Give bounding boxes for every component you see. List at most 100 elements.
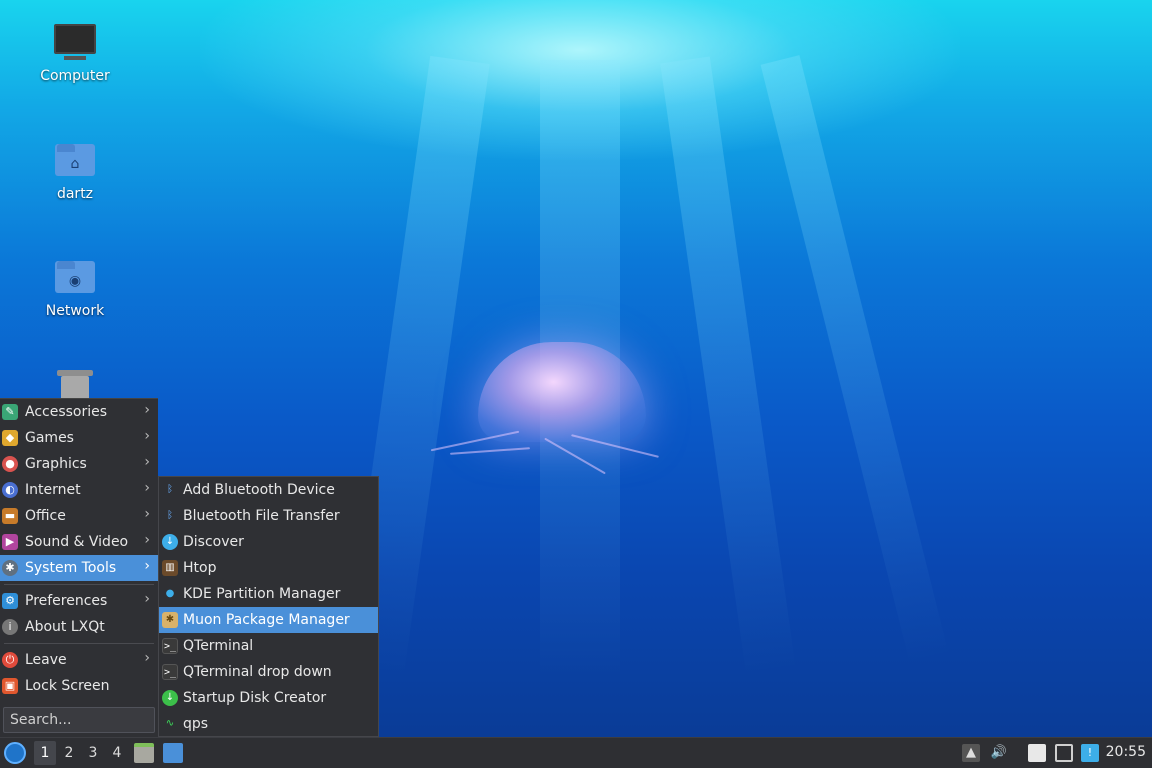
submenu-item-label: Htop [183,560,217,576]
bluetooth-icon: ᛒ [167,484,173,495]
jellyfish-bell [478,342,646,442]
terminal-icon: >_ [162,664,178,680]
jellyfish-tentacle [544,437,606,475]
chevron-right-icon: › [144,402,150,418]
terminal-icon: >_ [162,638,178,654]
menu-separator [4,643,154,644]
lock-icon: ▣ [2,678,18,694]
chevron-right-icon: › [144,532,150,548]
menu-item-office[interactable]: ▬ Office › [0,503,158,529]
bluetooth-icon: ᛒ [167,510,173,521]
taskbar: 1 2 3 4 ▲ 🔊 ! 20:55 [0,737,1152,768]
desktop-icon-label: Network [45,303,105,319]
menu-item-label: Internet [25,482,81,498]
preferences-icon: ⚙ [2,593,18,609]
menu-item-sound-video[interactable]: ▶ Sound & Video › [0,529,158,555]
submenu-item-discover[interactable]: ↓ Discover [159,529,378,555]
chevron-right-icon: › [144,591,150,607]
internet-icon: ◐ [2,482,18,498]
graphics-icon: ● [2,456,18,472]
menu-item-accessories[interactable]: ✎ Accessories › [0,399,158,425]
discover-icon: ↓ [162,534,178,550]
menu-item-label: Accessories [25,404,108,420]
menu-item-label: Graphics [25,456,87,472]
desktop-icon-home[interactable]: ⌂ dartz [25,140,125,202]
network-folder-icon: ◉ [53,257,97,297]
submenu-item-label: Discover [183,534,244,550]
submenu-item-bluetooth-file-transfer[interactable]: ᛒ Bluetooth File Transfer [159,503,378,529]
menu-item-games[interactable]: ◆ Games › [0,425,158,451]
menu-item-lock-screen[interactable]: ▣ Lock Screen [0,673,158,699]
clipboard-icon[interactable] [1028,744,1046,762]
submenu-item-muon-package-manager[interactable]: ✱ Muon Package Manager [159,607,378,633]
submenu-item-label: Add Bluetooth Device [183,482,335,498]
menu-item-system-tools[interactable]: ✱ System Tools › [0,555,158,581]
volume-icon[interactable]: 🔊 [990,744,1008,762]
submenu-item-startup-disk-creator[interactable]: ↓ Startup Disk Creator [159,685,378,711]
file-manager-launcher-icon[interactable] [134,743,154,763]
system-tools-submenu: ᛒ Add Bluetooth Device ᛒ Bluetooth File … [158,476,379,737]
submenu-item-qterminal-drop-down[interactable]: >_ QTerminal drop down [159,659,378,685]
chevron-right-icon: › [144,428,150,444]
power-icon: ⏻ [2,652,18,668]
network-status-icon[interactable] [1055,744,1073,762]
submenu-item-htop[interactable]: ▥ Htop [159,555,378,581]
system-tools-icon: ✱ [2,560,18,576]
tray-expand-icon[interactable]: ▲ [962,744,980,762]
desktop-switch-1[interactable]: 1 [34,741,56,765]
menu-search-input[interactable] [3,707,155,733]
desktop-icon-network[interactable]: ◉ Network [25,257,125,319]
menu-item-label: About LXQt [25,619,105,635]
info-icon: i [2,619,18,635]
games-icon: ◆ [2,430,18,446]
home-folder-icon: ⌂ [53,140,97,180]
submenu-item-qps[interactable]: ∿ qps [159,711,378,737]
usb-icon: ↓ [162,690,178,706]
submenu-item-kde-partition-manager[interactable]: ● KDE Partition Manager [159,581,378,607]
office-icon: ▬ [2,508,18,524]
submenu-item-label: qps [183,716,209,732]
computer-icon [53,22,97,62]
sound-video-icon: ▶ [2,534,18,550]
application-menu: ✎ Accessories › ◆ Games › ● Graphics › ◐… [0,398,158,737]
clock[interactable]: 20:55 [1106,744,1146,760]
htop-icon: ▥ [162,560,178,576]
submenu-item-label: KDE Partition Manager [183,586,341,602]
menu-item-label: Games [25,430,74,446]
submenu-item-label: Startup Disk Creator [183,690,327,706]
submenu-item-label: QTerminal [183,638,254,654]
desktop-icon-label: dartz [56,186,94,202]
submenu-item-qterminal[interactable]: >_ QTerminal [159,633,378,659]
menu-item-preferences[interactable]: ⚙ Preferences › [0,588,158,614]
menu-item-graphics[interactable]: ● Graphics › [0,451,158,477]
chevron-right-icon: › [144,558,150,574]
qps-icon: ∿ [165,718,175,729]
menu-item-label: System Tools [25,560,117,576]
menu-item-internet[interactable]: ◐ Internet › [0,477,158,503]
menu-item-label: Preferences [25,593,108,609]
menu-item-label: Lock Screen [25,678,110,694]
chevron-right-icon: › [144,480,150,496]
desktop-switch-2[interactable]: 2 [58,741,80,765]
chevron-right-icon: › [144,454,150,470]
submenu-item-add-bluetooth-device[interactable]: ᛒ Add Bluetooth Device [159,477,378,503]
muon-icon: ✱ [162,612,178,628]
menu-item-about-lxqt[interactable]: i About LXQt [0,614,158,640]
submenu-item-label: Muon Package Manager [183,612,350,628]
menu-item-label: Leave [25,652,67,668]
desktop-switch-4[interactable]: 4 [106,741,128,765]
start-menu-button[interactable] [4,742,26,764]
submenu-item-label: QTerminal drop down [183,664,332,680]
menu-separator [4,584,154,585]
jellyfish-tentacle [450,447,530,455]
partition-icon: ● [165,588,175,599]
desktop-switch-3[interactable]: 3 [82,741,104,765]
desktop-icon-label: Computer [40,68,110,84]
update-notifier-icon[interactable]: ! [1081,744,1099,762]
menu-item-leave[interactable]: ⏻ Leave › [0,647,158,673]
desktop-icon-computer[interactable]: Computer [25,22,125,84]
chevron-right-icon: › [144,650,150,666]
menu-item-label: Office [25,508,66,524]
submenu-item-label: Bluetooth File Transfer [183,508,340,524]
show-desktop-icon[interactable] [163,743,183,763]
